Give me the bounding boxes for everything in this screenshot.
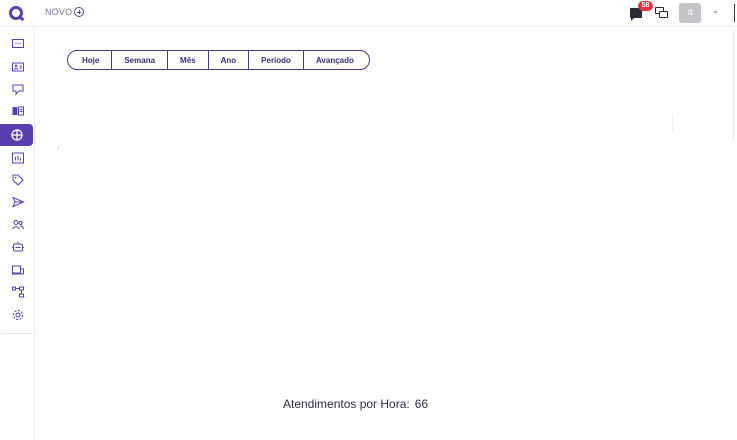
new-button[interactable]: NOVO [45, 7, 85, 17]
sidebar-item-devices[interactable] [0, 259, 35, 281]
book-icon [12, 106, 24, 116]
sidebar-item-chat[interactable] [0, 33, 35, 55]
send-icon [11, 196, 25, 208]
sidebar-item-reports[interactable] [0, 147, 35, 169]
filter-year-button[interactable]: Ano [209, 51, 250, 69]
tag-icon [12, 174, 24, 186]
filter-advanced-button[interactable]: Avançado [304, 51, 369, 69]
divider [734, 4, 735, 22]
bot-icon [11, 241, 24, 252]
messages-icon[interactable] [655, 7, 668, 19]
top-bar: NOVO 58 a ⌄ [0, 0, 737, 27]
attendances-per-hour: Atendimentos por Hora: 66 [283, 397, 428, 411]
stat-value: 66 [414, 397, 429, 411]
plus-circle-icon [74, 7, 85, 17]
sidebar-item-bots[interactable] [0, 236, 35, 258]
sidebar-item-campaigns[interactable] [0, 191, 35, 213]
sidebar-item-flows[interactable] [0, 281, 35, 303]
logo-icon[interactable] [9, 6, 23, 20]
devices-icon [11, 265, 24, 275]
filter-week-button[interactable]: Semana [112, 51, 169, 69]
scrollbar[interactable] [733, 30, 734, 140]
chevron-down-icon[interactable]: ⌄ [712, 6, 719, 15]
sidebar-item-users[interactable] [0, 214, 35, 236]
faint-divider [672, 114, 673, 132]
users-icon [11, 220, 24, 230]
stat-label: Atendimentos por Hora: [283, 397, 410, 411]
message-board-icon [12, 84, 23, 96]
flow-icon [11, 286, 24, 298]
sidebar-item-messages[interactable] [0, 78, 35, 100]
new-button-label: NOVO [45, 7, 73, 17]
period-filter-group: Hoje Semana Mês Ano Período Avançado [67, 50, 370, 70]
settings-icon [12, 310, 23, 320]
contact-card-icon [11, 62, 24, 72]
sidebar-item-settings[interactable] [0, 304, 35, 326]
dashboard-icon [10, 129, 23, 141]
sidebar-item-tags[interactable] [0, 169, 35, 191]
sidebar-divider [2, 333, 33, 334]
filter-period-button[interactable]: Período [249, 51, 304, 69]
notification-badge: 58 [638, 1, 653, 11]
sidebar-item-knowledge[interactable] [0, 100, 35, 122]
sidebar-item-dashboard[interactable] [0, 124, 33, 146]
filter-month-button[interactable]: Mês [168, 51, 209, 69]
sidebar-item-contacts[interactable] [0, 56, 35, 78]
reports-icon [11, 152, 24, 164]
avatar[interactable]: a [679, 3, 701, 23]
chat-icon [11, 39, 24, 48]
sidebar [0, 28, 35, 440]
faint-mark [57, 144, 61, 152]
filter-today-button[interactable]: Hoje [68, 51, 113, 69]
